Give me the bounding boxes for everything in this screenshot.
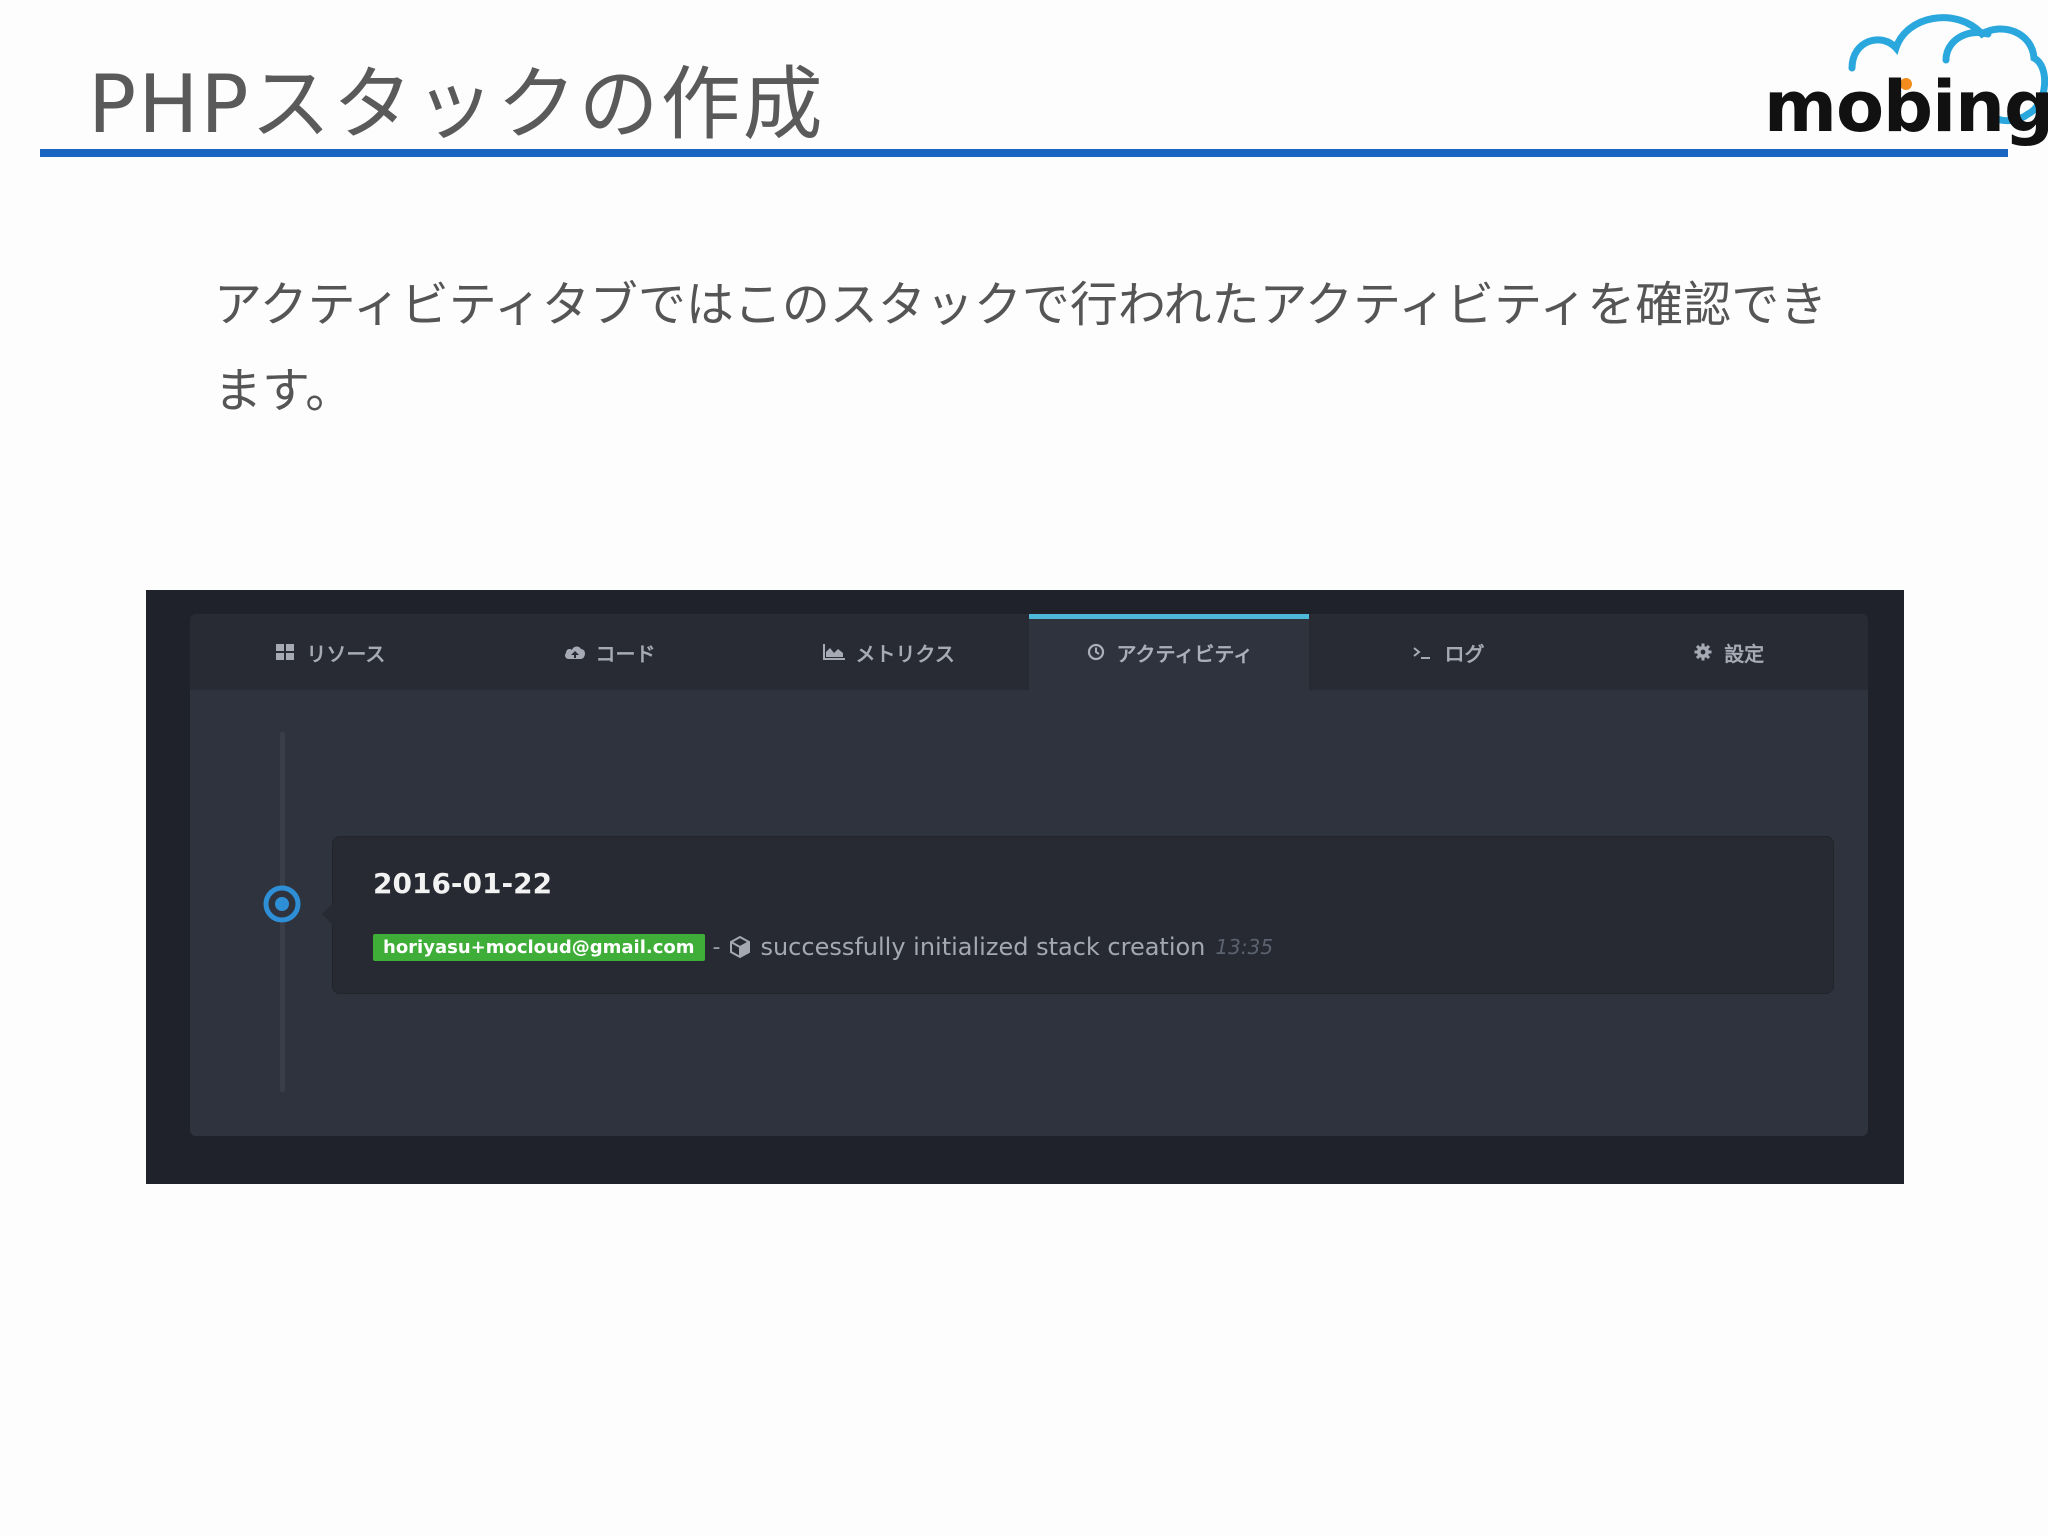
tab-activity[interactable]: アクティビティ <box>1029 614 1309 690</box>
slide: { "slide": { "title": "PHPスタックの作成", "des… <box>0 0 2048 1536</box>
title-underline <box>40 149 2008 157</box>
tab-logs[interactable]: ログ <box>1309 614 1589 690</box>
tab-label: 設定 <box>1724 641 1765 666</box>
stack-screenshot: リソース コード メトリクス アクティビティ ログ 設定 2016-01-22 … <box>146 590 1904 1184</box>
tab-resources[interactable]: リソース <box>190 614 470 690</box>
event-date: 2016-01-22 <box>373 867 553 900</box>
event-message: successfully initialized stack creation <box>760 933 1206 961</box>
stack-tabs: リソース コード メトリクス アクティビティ ログ 設定 <box>190 614 1868 690</box>
tab-label: ログ <box>1444 641 1485 666</box>
user-badge[interactable]: horiyasu+mocloud@gmail.com <box>373 933 705 961</box>
gear-icon <box>1692 641 1714 663</box>
event-time: 13:35 <box>1215 935 1274 959</box>
cube-icon <box>728 935 752 959</box>
tab-metrics[interactable]: メトリクス <box>749 614 1029 690</box>
event-separator: - <box>712 934 721 960</box>
tab-label: アクティビティ <box>1116 641 1254 666</box>
mobingi-logo: mobingi <box>1756 4 2048 150</box>
tab-code[interactable]: コード <box>470 614 750 690</box>
tab-label: コード <box>595 641 656 666</box>
tab-settings[interactable]: 設定 <box>1588 614 1868 690</box>
cloud-upload-icon <box>564 641 586 663</box>
timeline-dot-icon <box>262 884 302 924</box>
grid-icon <box>274 641 296 663</box>
event-line: horiyasu+mocloud@gmail.com - successfull… <box>373 933 1273 961</box>
activity-event-card: 2016-01-22 horiyasu+mocloud@gmail.com - … <box>322 836 1834 994</box>
tab-label: メトリクス <box>855 641 955 666</box>
logo-text: mobingi <box>1764 66 2048 148</box>
area-chart-icon <box>823 641 846 663</box>
clock-icon <box>1085 641 1107 663</box>
tab-label: リソース <box>306 641 386 666</box>
slide-title: PHPスタックの作成 <box>88 58 825 151</box>
stack-panel: リソース コード メトリクス アクティビティ ログ 設定 2016-01-22 … <box>190 614 1868 1136</box>
terminal-icon <box>1412 641 1435 663</box>
slide-description: アクティビティタブではこのスタックで行われたアクティビティを確認できます。 <box>214 277 1828 419</box>
